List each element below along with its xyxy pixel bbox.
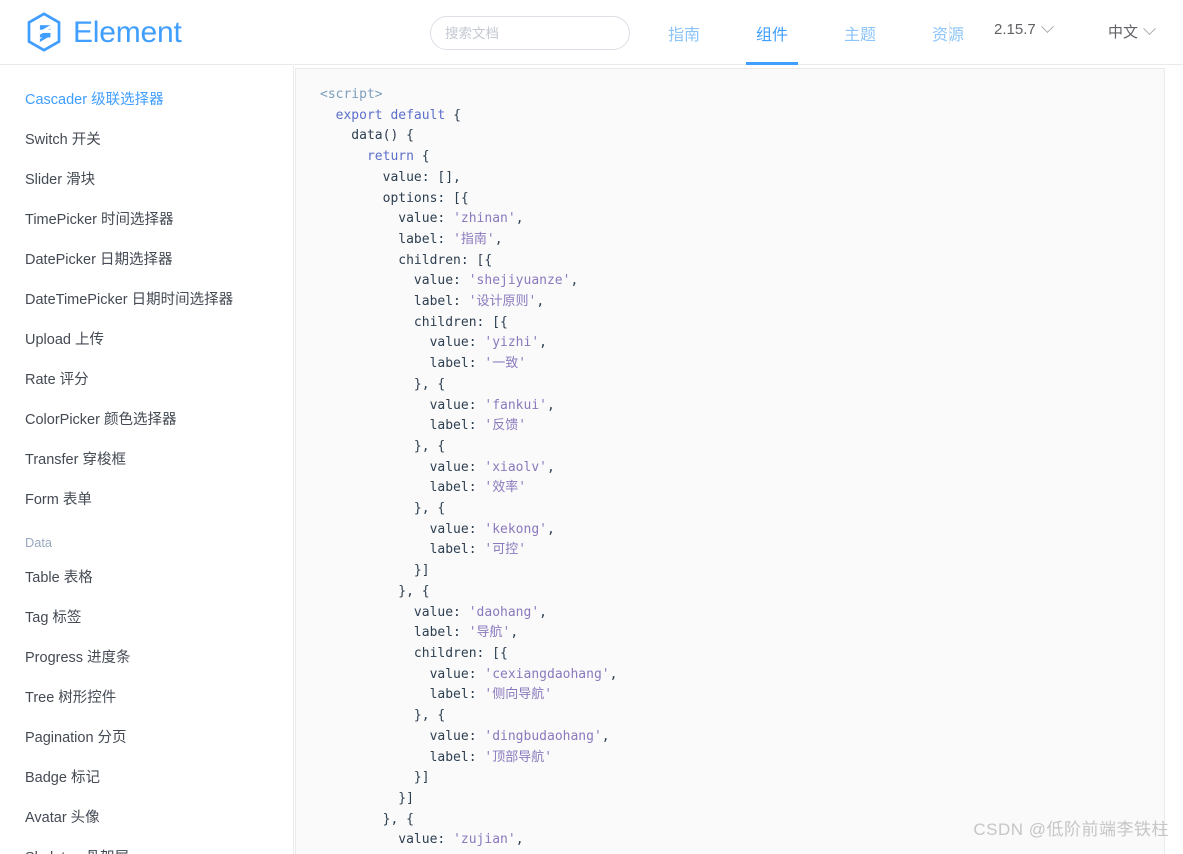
sidebar-item-7[interactable]: Rate 评分	[0, 360, 293, 400]
version-label: 2.15.7	[994, 21, 1036, 38]
sidebar-item-15[interactable]: Tree 树形控件	[0, 678, 293, 718]
search-box[interactable]	[430, 16, 630, 50]
sidebar-item-4[interactable]: DatePicker 日期选择器	[0, 240, 293, 280]
code-example-panel[interactable]: <script> export default { data() { retur…	[295, 68, 1165, 854]
header-divider	[949, 22, 950, 44]
sidebar-item-8[interactable]: ColorPicker 颜色选择器	[0, 400, 293, 440]
primary-nav: 指南 组件 主题 资源	[640, 0, 992, 65]
language-label: 中文	[1108, 24, 1139, 41]
sidebar-item-19[interactable]: Skeleton 骨架屏	[0, 838, 293, 854]
sidebar-item-10[interactable]: Form 表单	[0, 480, 293, 520]
code-block: <script> export default { data() { retur…	[320, 87, 618, 848]
site-header: Element 指南 组件 主题 资源 2.15.7 中文	[0, 0, 1183, 65]
element-hexagon-logo-icon	[27, 12, 61, 52]
sidebar-item-12[interactable]: Table 表格	[0, 558, 293, 598]
sidebar-item-0[interactable]: Cascader 级联选择器	[0, 80, 293, 120]
chevron-down-icon	[1040, 20, 1054, 34]
sidebar-item-16[interactable]: Pagination 分页	[0, 718, 293, 758]
sidebar-item-9[interactable]: Transfer 穿梭框	[0, 440, 293, 480]
nav-item-theme[interactable]: 主题	[834, 0, 886, 65]
sidebar-item-18[interactable]: Avatar 头像	[0, 798, 293, 838]
brand-logo[interactable]: Element	[24, 11, 182, 53]
sidebar-item-17[interactable]: Badge 标记	[0, 758, 293, 798]
brand-name: Element	[73, 16, 182, 49]
sidebar-item-13[interactable]: Tag 标签	[0, 598, 293, 638]
sidebar-group-label: Data	[25, 535, 53, 550]
sidebar-item-5[interactable]: DateTimePicker 日期时间选择器	[0, 280, 293, 320]
sidebar-item-14[interactable]: Progress 进度条	[0, 638, 293, 678]
sidebar-item-6[interactable]: Upload 上传	[0, 320, 293, 360]
nav-item-components[interactable]: 组件	[746, 0, 799, 65]
version-select[interactable]: 2.15.7	[994, 20, 1054, 38]
sidebar-item-1[interactable]: Switch 开关	[0, 120, 293, 160]
chevron-down-icon	[1143, 22, 1156, 36]
language-select[interactable]: 中文	[1108, 21, 1156, 42]
sidebar-item-2[interactable]: Slider 滑块	[0, 160, 293, 200]
component-sidebar[interactable]: Cascader 级联选择器 Switch 开关 Slider 滑块 TimePick…	[0, 66, 294, 854]
sidebar-item-3[interactable]: TimePicker 时间选择器	[0, 200, 293, 240]
nav-item-guide[interactable]: 指南	[658, 0, 710, 65]
search-input[interactable]	[430, 16, 630, 50]
